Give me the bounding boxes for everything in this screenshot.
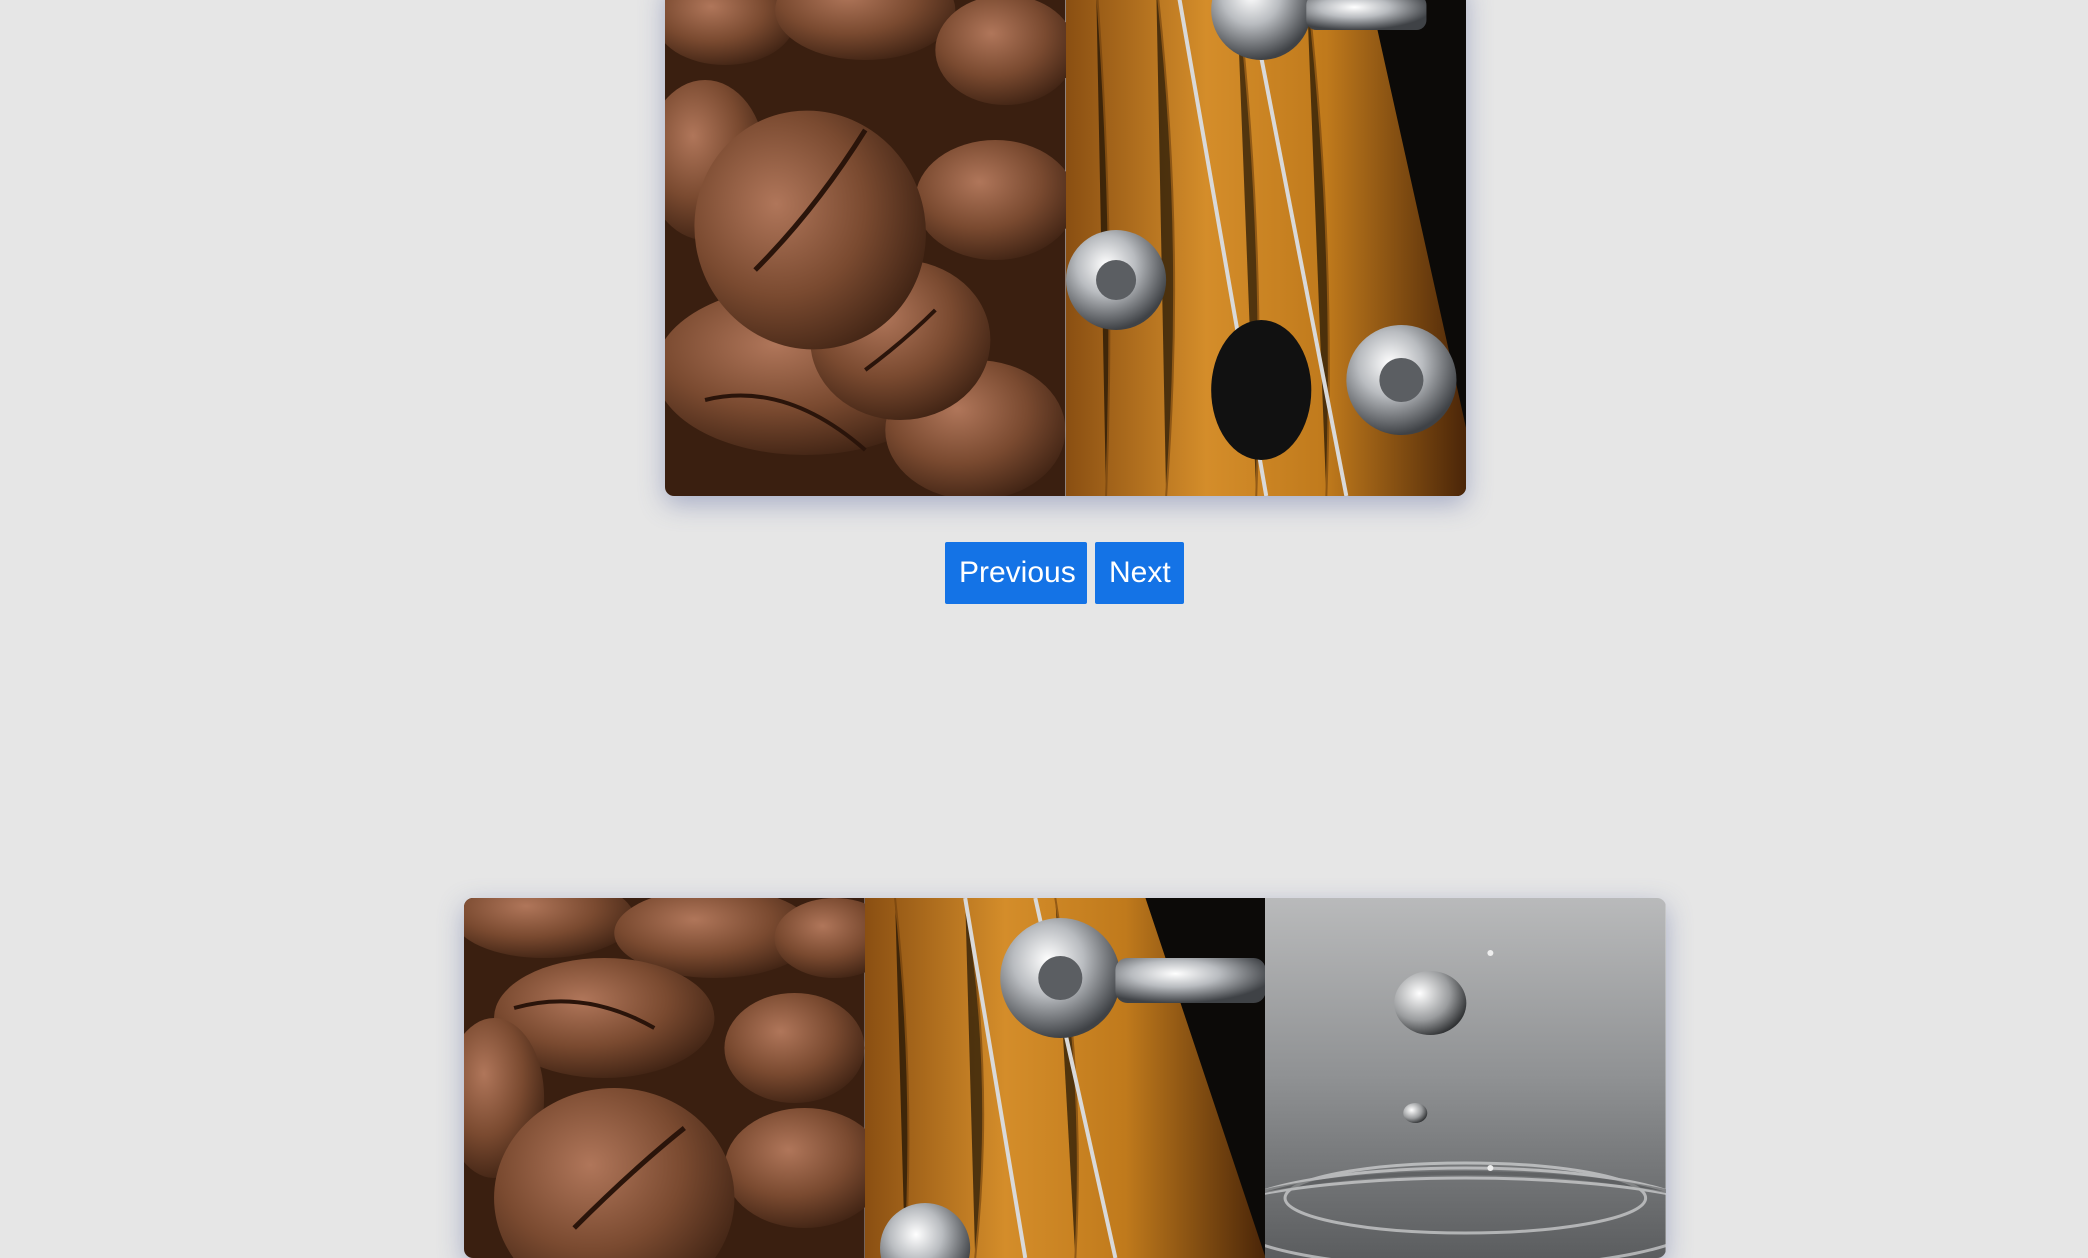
slide-coffee-beans (665, 0, 1066, 496)
next-button[interactable]: Next (1095, 542, 1184, 604)
carousel-top (665, 0, 1466, 496)
coffee-beans-image (464, 898, 865, 1258)
water-droplet-image (1265, 898, 1666, 1258)
slide-coffee-beans (464, 898, 865, 1258)
carousel-bottom (464, 898, 1666, 1258)
guitar-headstock-image (864, 898, 1266, 1258)
carousel-controls: Previous Next (945, 542, 1184, 604)
previous-button[interactable]: Previous (945, 542, 1087, 604)
coffee-beans-image (665, 0, 1066, 496)
slide-water-droplet (1265, 898, 1666, 1258)
guitar-headstock-image (1065, 0, 1466, 496)
slide-guitar-headstock (1065, 0, 1466, 496)
slide-guitar-headstock (864, 898, 1266, 1258)
